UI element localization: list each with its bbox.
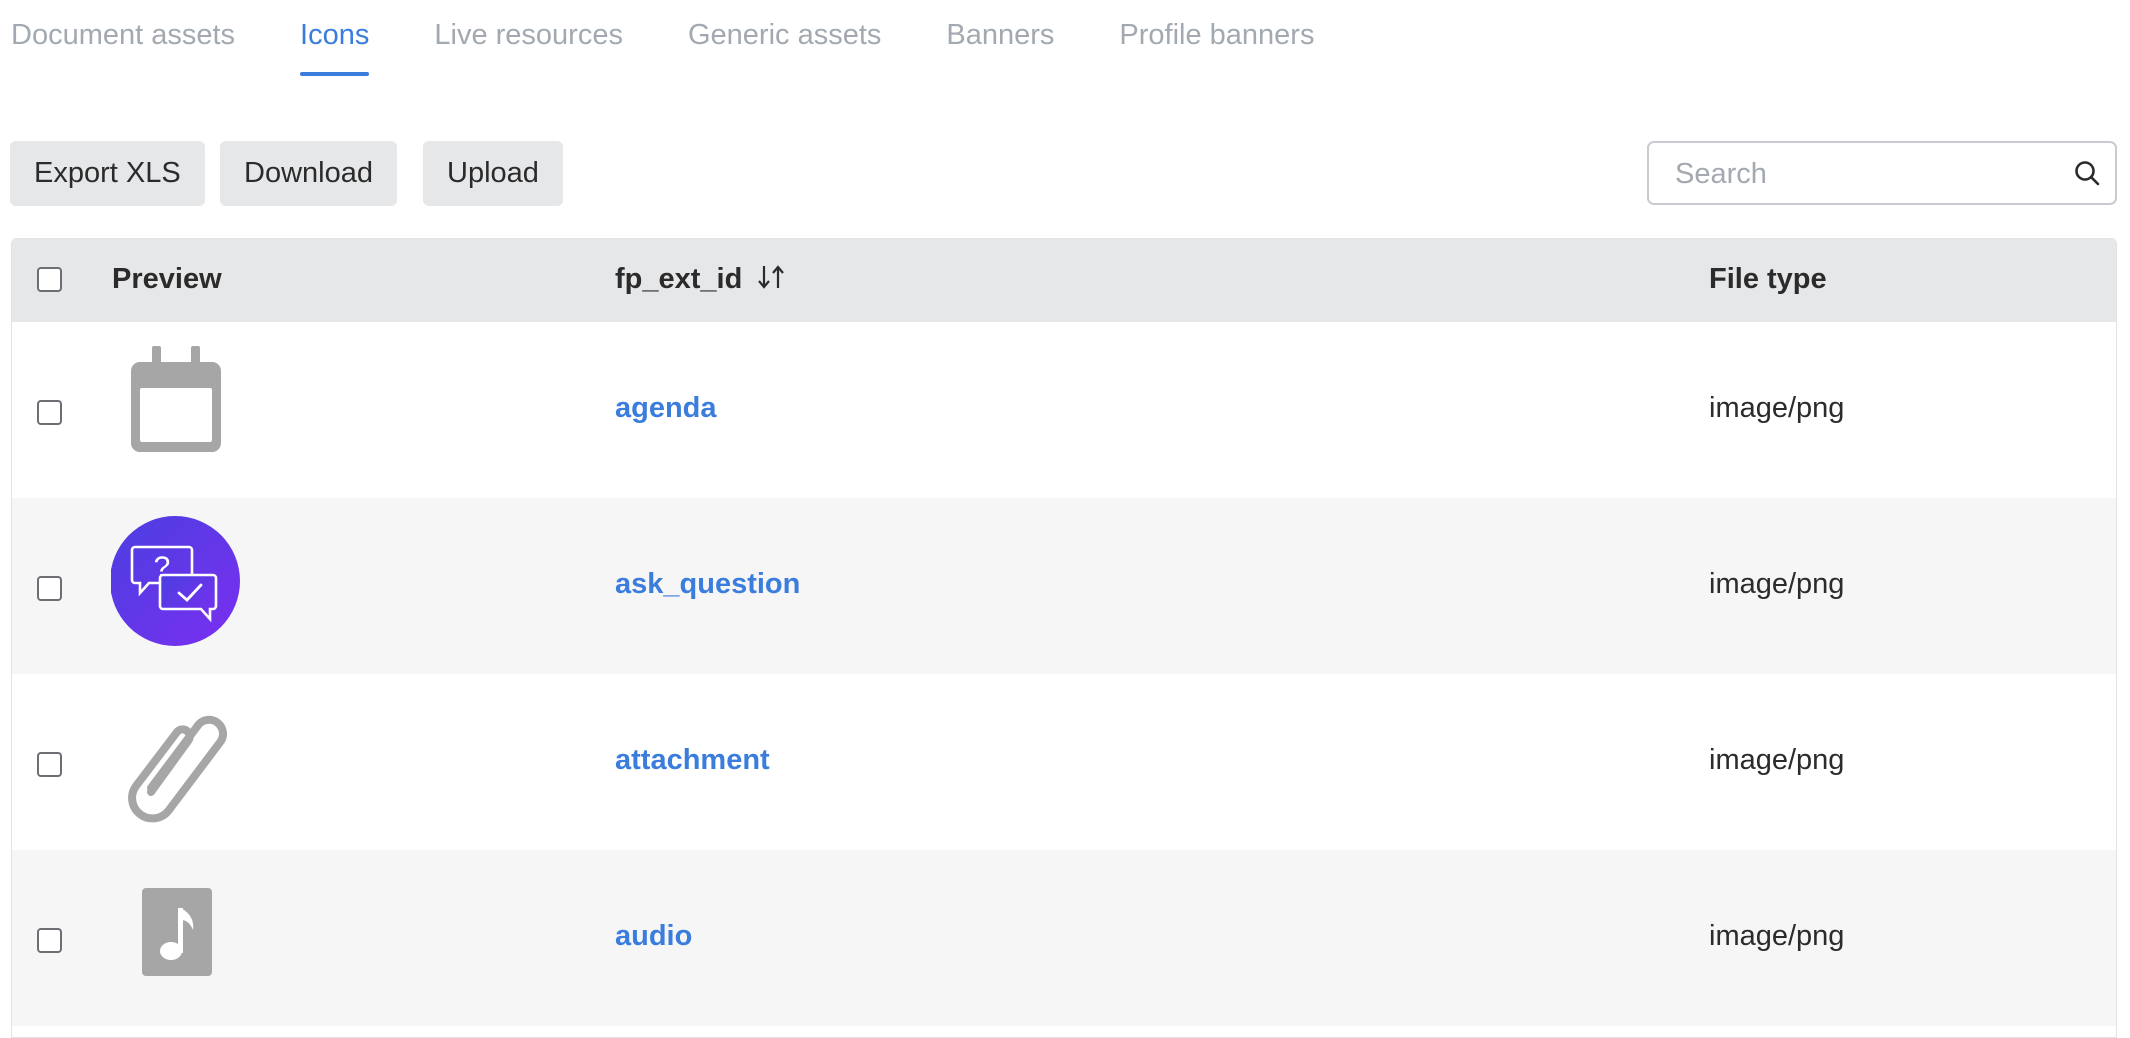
column-header-fp-ext-id-label: fp_ext_id xyxy=(615,263,743,295)
tab-icons[interactable]: Icons xyxy=(300,0,370,80)
asset-link[interactable]: ask_question xyxy=(615,568,800,601)
tab-document-assets[interactable]: Document assets xyxy=(11,0,235,80)
upload-button[interactable]: Upload xyxy=(423,141,563,206)
table-row: audio image/png xyxy=(12,850,2116,1026)
table-header: Preview fp_ext_id File type xyxy=(12,239,2116,322)
row-checkbox[interactable] xyxy=(37,928,62,953)
tab-banners[interactable]: Banners xyxy=(946,0,1054,80)
paperclip-icon xyxy=(128,715,227,823)
download-button[interactable]: Download xyxy=(220,141,397,206)
file-type: image/png xyxy=(1709,920,1845,952)
tab-live-resources[interactable]: Live resources xyxy=(434,0,623,80)
column-header-preview: Preview xyxy=(112,263,222,295)
search-input[interactable] xyxy=(1673,143,2057,205)
asset-link[interactable]: audio xyxy=(615,920,692,953)
row-checkbox[interactable] xyxy=(37,576,62,601)
select-all-checkbox[interactable] xyxy=(37,267,62,292)
export-xls-button[interactable]: Export XLS xyxy=(10,141,205,206)
table-row: attachment image/png xyxy=(12,674,2116,850)
tab-generic-assets[interactable]: Generic assets xyxy=(688,0,881,80)
file-type: image/png xyxy=(1709,744,1845,776)
column-header-fp-ext-id[interactable]: fp_ext_id xyxy=(615,263,786,296)
calendar-icon xyxy=(131,346,221,452)
asset-link[interactable]: agenda xyxy=(615,392,717,425)
row-checkbox[interactable] xyxy=(37,752,62,777)
asset-link[interactable]: attachment xyxy=(615,744,770,777)
search-icon[interactable] xyxy=(2073,159,2101,187)
row-checkbox[interactable] xyxy=(37,400,62,425)
sort-arrows-icon[interactable] xyxy=(756,263,786,291)
icons-table: Preview fp_ext_id File type agenda image… xyxy=(11,238,2117,1038)
column-header-file-type: File type xyxy=(1709,263,1827,295)
search-box xyxy=(1647,141,2117,205)
music-note-icon xyxy=(142,888,212,976)
table-row: ? ask_question image/png xyxy=(12,498,2116,674)
table-row: agenda image/png xyxy=(12,322,2116,498)
chat-question-icon: ? xyxy=(111,516,240,646)
asset-tabs: Document assets Icons Live resources Gen… xyxy=(11,0,1379,80)
file-type: image/png xyxy=(1709,568,1845,600)
tab-profile-banners[interactable]: Profile banners xyxy=(1119,0,1314,80)
file-type: image/png xyxy=(1709,392,1845,424)
